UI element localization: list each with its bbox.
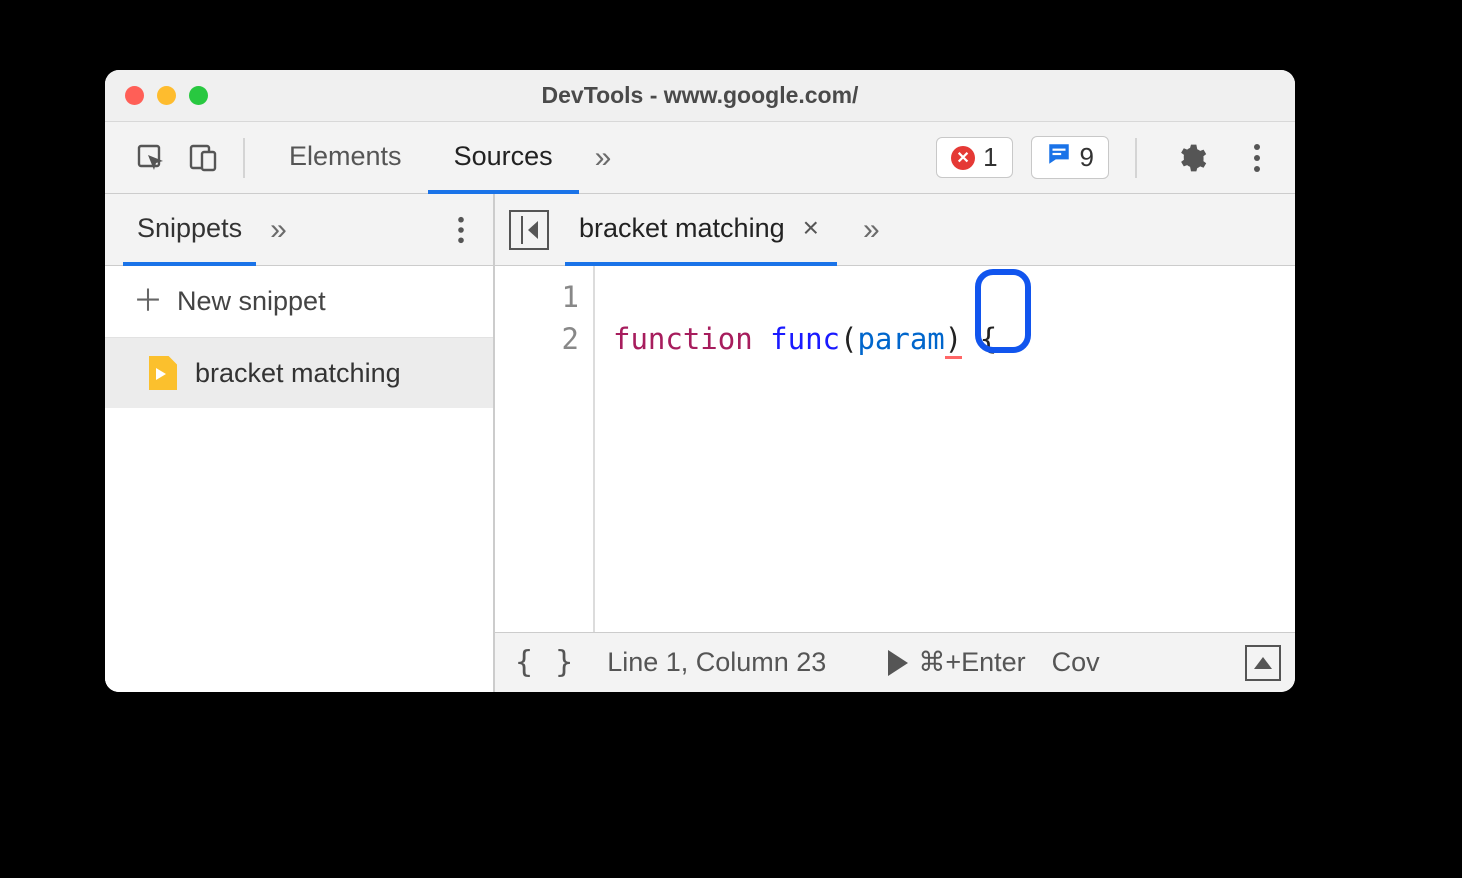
- traffic-lights: [125, 86, 208, 105]
- tab-elements[interactable]: Elements: [263, 122, 428, 194]
- navigator-header: Snippets »: [105, 194, 493, 266]
- messages-badge[interactable]: 9: [1031, 136, 1109, 179]
- drawer-toggle-icon[interactable]: [1245, 645, 1281, 681]
- new-snippet-button[interactable]: ＋ New snippet: [105, 266, 493, 338]
- toolbar-divider: [243, 138, 245, 178]
- token-open-paren: (: [840, 322, 857, 356]
- devtools-window: DevTools - www.google.com/ Elements Sour…: [105, 70, 1295, 692]
- window-title: DevTools - www.google.com/: [105, 82, 1295, 109]
- new-snippet-label: New snippet: [177, 286, 326, 317]
- toolbar-divider: [1135, 138, 1137, 178]
- panel-tabs: Elements Sources »: [263, 122, 627, 193]
- snippets-list: ＋ New snippet bracket matching: [105, 266, 493, 692]
- close-tab-icon[interactable]: ×: [799, 214, 823, 242]
- plus-icon: ＋: [133, 287, 163, 317]
- minimize-window-button[interactable]: [157, 86, 176, 105]
- tab-snippets[interactable]: Snippets: [123, 195, 256, 266]
- snippet-item-bracket-matching[interactable]: bracket matching: [105, 338, 493, 408]
- device-toggle-icon[interactable]: [181, 136, 225, 180]
- more-options-icon[interactable]: [1235, 136, 1279, 180]
- pretty-print-button[interactable]: { }: [509, 645, 581, 680]
- message-icon: [1046, 141, 1072, 174]
- errors-badge[interactable]: ✕ 1: [936, 137, 1012, 178]
- run-snippet-button[interactable]: ⌘+Enter: [888, 647, 1025, 678]
- editor-tabs: bracket matching × »: [495, 194, 1295, 266]
- navigator-tabs-overflow-icon[interactable]: »: [256, 213, 301, 247]
- errors-count: 1: [983, 142, 997, 173]
- editor-pane: bracket matching × » 1 2 function func(p…: [495, 194, 1295, 692]
- code-lines: function func(param) {: [595, 266, 997, 632]
- editor-tab-label: bracket matching: [579, 213, 785, 244]
- run-shortcut-label: ⌘+Enter: [918, 647, 1025, 678]
- snippet-file-icon: [149, 356, 177, 390]
- editor-tab-bracket-matching[interactable]: bracket matching ×: [565, 195, 837, 266]
- inspect-element-icon[interactable]: [129, 136, 173, 180]
- editor-tabs-overflow-icon[interactable]: »: [843, 213, 900, 247]
- navigator-pane: Snippets » ＋ New snippet bracket matchin…: [105, 194, 495, 692]
- token-keyword: function: [613, 322, 753, 356]
- zoom-window-button[interactable]: [189, 86, 208, 105]
- navigator-more-options-icon[interactable]: [441, 210, 481, 250]
- editor-statusbar: { } Line 1, Column 23 ⌘+Enter Cov: [495, 632, 1295, 692]
- settings-gear-icon[interactable]: [1169, 136, 1213, 180]
- line-number: 2: [495, 318, 579, 360]
- close-window-button[interactable]: [125, 86, 144, 105]
- main-toolbar: Elements Sources » ✕ 1 9: [105, 122, 1295, 194]
- titlebar: DevTools - www.google.com/: [105, 70, 1295, 122]
- token-close-paren: ): [945, 322, 962, 359]
- line-number: 1: [495, 276, 579, 318]
- panel-tabs-overflow-icon[interactable]: »: [579, 122, 628, 193]
- error-icon: ✕: [951, 146, 975, 170]
- tab-sources[interactable]: Sources: [428, 122, 579, 194]
- code-editor[interactable]: 1 2 function func(param) {: [495, 266, 1295, 632]
- code-line-1: function func(param) {: [613, 318, 997, 360]
- snippet-item-label: bracket matching: [195, 358, 401, 389]
- token-function-name: func: [770, 322, 840, 356]
- play-icon: [888, 650, 908, 676]
- messages-count: 9: [1080, 142, 1094, 173]
- coverage-label[interactable]: Cov: [1052, 647, 1112, 678]
- cursor-position: Line 1, Column 23: [607, 647, 826, 678]
- token-param: param: [857, 322, 944, 356]
- toggle-navigator-icon[interactable]: [509, 210, 549, 250]
- body-split: Snippets » ＋ New snippet bracket matchin…: [105, 194, 1295, 692]
- token-open-brace: {: [980, 322, 997, 356]
- line-gutter: 1 2: [495, 266, 595, 632]
